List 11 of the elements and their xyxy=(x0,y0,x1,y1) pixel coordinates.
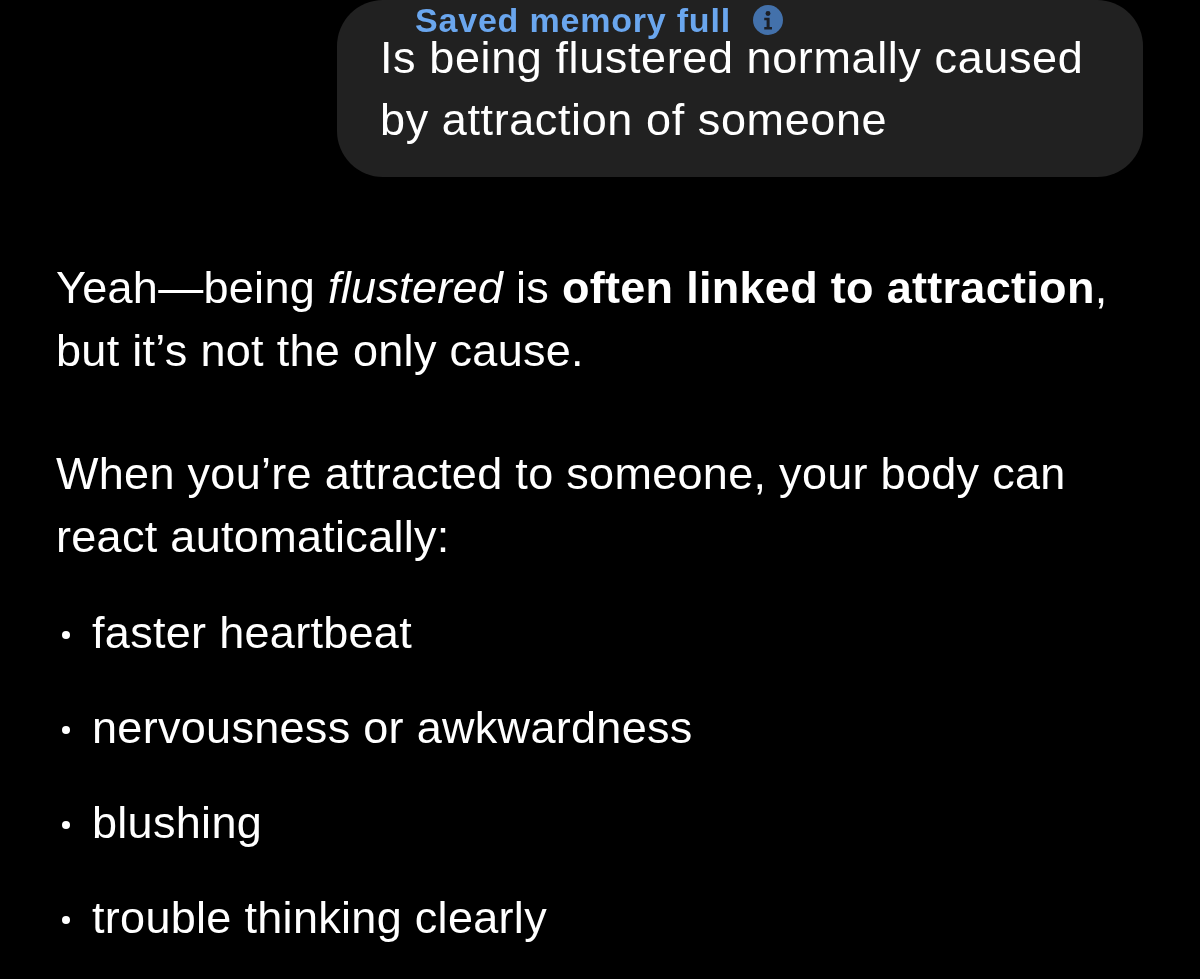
bullet-item: trouble thinking clearly xyxy=(92,891,547,945)
bullet-icon xyxy=(62,821,70,829)
bullet-icon xyxy=(62,631,70,639)
bullet-item: blushing xyxy=(92,796,263,850)
reply-paragraph: When you’re attracted to someone, your body can react automatically: xyxy=(56,447,1067,564)
info-icon[interactable] xyxy=(752,5,783,35)
reply-paragraph: Yeah—being flustered is often linked to attraction, but it’s not the only cause. xyxy=(56,261,1109,378)
bullet-icon xyxy=(62,726,70,734)
bullet-icon xyxy=(62,916,70,924)
bullet-item: faster heartbeat xyxy=(92,606,412,660)
bullet-item: nervousness or awkwardness xyxy=(92,701,693,755)
